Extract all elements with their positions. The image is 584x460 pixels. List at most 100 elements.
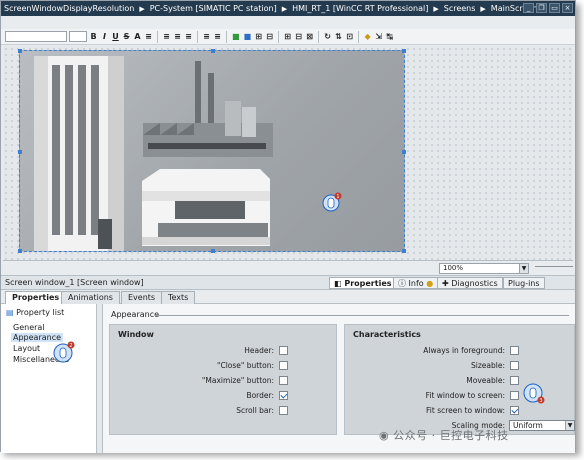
moveable-checkbox[interactable] bbox=[510, 376, 519, 385]
section-divider bbox=[155, 315, 569, 316]
scaling-mode-select[interactable]: Uniform ▼ bbox=[509, 420, 575, 431]
maximize-button-label: "Maximize" button: bbox=[201, 376, 274, 385]
strikethrough-button[interactable]: S bbox=[122, 31, 131, 43]
send-to-back-icon[interactable]: ■ bbox=[243, 31, 253, 43]
minimize-icon[interactable]: _ bbox=[523, 3, 534, 13]
diagnostics-icon: ✚ bbox=[442, 279, 452, 288]
align-objects-icon[interactable]: ⊞ bbox=[254, 31, 263, 43]
resize-handle-ne[interactable] bbox=[402, 49, 406, 53]
tab-events[interactable]: Events bbox=[121, 291, 163, 304]
distribute-icon[interactable]: ⊟ bbox=[265, 31, 274, 43]
fit-screen-to-window-checkbox[interactable] bbox=[510, 406, 519, 415]
nav-item-general[interactable]: General bbox=[13, 323, 45, 332]
font-size-field[interactable] bbox=[69, 31, 87, 42]
resize-handle-e[interactable] bbox=[402, 150, 406, 154]
info-icon: ⓘ bbox=[398, 279, 409, 288]
characteristics-group-title: Characteristics bbox=[353, 330, 421, 339]
line-style-button[interactable]: ≡ bbox=[202, 31, 211, 43]
breadcrumb-hmi[interactable]: HMI_RT_1 [WinCC RT Professional] bbox=[292, 4, 428, 13]
breadcrumb-pc-system[interactable]: PC-System [SIMATIC PC station] bbox=[150, 4, 277, 13]
property-list-label: Property list bbox=[16, 308, 65, 317]
close-button-row: "Close" button: bbox=[110, 361, 288, 371]
chevron-down-icon: ▼ bbox=[519, 264, 528, 273]
section-title: Appearance bbox=[111, 310, 160, 319]
tab-animations[interactable]: Animations bbox=[61, 291, 120, 304]
float-icon[interactable]: ▭ bbox=[549, 3, 560, 13]
always-in-foreground-checkbox[interactable] bbox=[510, 346, 519, 355]
inspector-tab-properties[interactable]: ◧ Properties bbox=[329, 277, 397, 289]
fit-window-to-screen-checkbox[interactable] bbox=[510, 391, 519, 400]
resize-handle-nw[interactable] bbox=[18, 49, 22, 53]
resize-handle-n[interactable] bbox=[211, 49, 215, 53]
italic-button[interactable]: I bbox=[100, 31, 109, 43]
zoom-slider[interactable] bbox=[535, 266, 573, 271]
window-controls: _ ❐ ▭ × bbox=[523, 3, 573, 13]
flip-icon[interactable]: ⇅ bbox=[334, 31, 343, 43]
group-icon[interactable]: ⊡ bbox=[345, 31, 354, 43]
align-center-button[interactable]: ≡ bbox=[162, 31, 171, 43]
resize-handle-se[interactable] bbox=[402, 249, 406, 253]
inspector-tab-plugins[interactable]: Plug-ins bbox=[503, 277, 545, 289]
toolbar-separator bbox=[278, 30, 280, 43]
line-weight-button[interactable]: ≡ bbox=[213, 31, 222, 43]
tia-portal-window: ScreenWindowDisplayResolution ▶ PC-System … bbox=[0, 0, 576, 453]
align-left-button[interactable]: ≡ bbox=[144, 31, 153, 43]
mouse-click-marker-2: 2 bbox=[53, 340, 75, 363]
close-icon[interactable]: × bbox=[562, 3, 573, 13]
same-size-icon[interactable]: ⊠ bbox=[305, 31, 314, 43]
tab-texts[interactable]: Texts bbox=[161, 291, 196, 304]
underline-button[interactable]: U bbox=[111, 31, 120, 43]
header-checkbox[interactable] bbox=[279, 346, 288, 355]
property-list-header[interactable]: ▤ Property list bbox=[6, 308, 64, 317]
align-top-button[interactable]: ≡ bbox=[184, 31, 193, 43]
breadcrumb-separator-icon: ▶ bbox=[433, 5, 439, 13]
screen-editor-canvas[interactable]: 1 bbox=[3, 46, 573, 261]
mouse-click-marker-1: 1 bbox=[322, 191, 342, 212]
header-label: Header: bbox=[244, 346, 274, 355]
fill-color-icon[interactable]: ◆ bbox=[363, 31, 372, 43]
breadcrumb-screens[interactable]: Screens bbox=[444, 4, 476, 13]
tab-order-icon[interactable]: ↹ bbox=[385, 31, 394, 43]
maximize-button-checkbox[interactable] bbox=[279, 376, 288, 385]
mouse-click-marker-3: 3 bbox=[523, 380, 545, 404]
bring-to-front-icon[interactable]: ■ bbox=[231, 31, 241, 43]
border-label: Border: bbox=[246, 391, 274, 400]
font-name-field[interactable] bbox=[5, 31, 67, 42]
zoom-select[interactable]: 100% ▼ bbox=[439, 263, 529, 274]
same-width-icon[interactable]: ⊞ bbox=[283, 31, 292, 43]
toolbar-separator bbox=[226, 30, 227, 43]
warning-icon: ● bbox=[423, 279, 434, 288]
resize-handle-w[interactable] bbox=[18, 150, 22, 154]
resize-handle-sw[interactable] bbox=[18, 249, 22, 253]
breadcrumb-project[interactable]: ScreenWindowDisplayResolution bbox=[4, 4, 134, 13]
rotate-icon[interactable]: ↻ bbox=[323, 31, 332, 43]
close-button-checkbox[interactable] bbox=[279, 361, 288, 370]
inspector-tab-diagnostics[interactable]: ✚ Diagnostics bbox=[437, 277, 503, 289]
inspector-tab-info[interactable]: ⓘ Info ● bbox=[393, 277, 439, 289]
fit-window-to-screen-row: Fit window to screen: bbox=[345, 391, 519, 401]
align-right-button[interactable]: ≡ bbox=[173, 31, 182, 43]
scroll-bar-checkbox[interactable] bbox=[279, 406, 288, 415]
inspector-tab-properties-label: Properties bbox=[344, 279, 392, 288]
property-list-nav: ▤ Property list General Appearance Layou… bbox=[1, 304, 97, 453]
breadcrumb-separator-icon: ▶ bbox=[480, 5, 486, 13]
toolbar-separator bbox=[157, 30, 158, 43]
breadcrumb: ScreenWindowDisplayResolution ▶ PC-System … bbox=[1, 1, 575, 16]
moveable-row: Moveable: bbox=[345, 376, 519, 386]
font-style-button[interactable]: A bbox=[133, 31, 142, 43]
screen-window-object[interactable]: 1 bbox=[18, 49, 406, 253]
same-height-icon[interactable]: ⊟ bbox=[294, 31, 303, 43]
fit-to-view-icon[interactable]: ⇲ bbox=[374, 31, 383, 43]
wechat-icon: ◉ bbox=[379, 429, 394, 442]
tab-properties[interactable]: Properties bbox=[5, 291, 67, 305]
nav-item-layout[interactable]: Layout bbox=[13, 344, 40, 353]
restore-icon[interactable]: ❐ bbox=[536, 3, 547, 13]
resize-handle-s[interactable] bbox=[211, 249, 215, 253]
mouse-icon: 1 bbox=[322, 192, 342, 212]
border-checkbox[interactable] bbox=[279, 391, 288, 400]
toolbar-separator bbox=[318, 30, 320, 43]
sizeable-checkbox[interactable] bbox=[510, 361, 519, 370]
bold-button[interactable]: B bbox=[89, 31, 98, 43]
inspector-title: Screen window_1 [Screen window] bbox=[5, 278, 144, 287]
characteristics-group: Characteristics Always in foreground: Si… bbox=[344, 324, 575, 435]
